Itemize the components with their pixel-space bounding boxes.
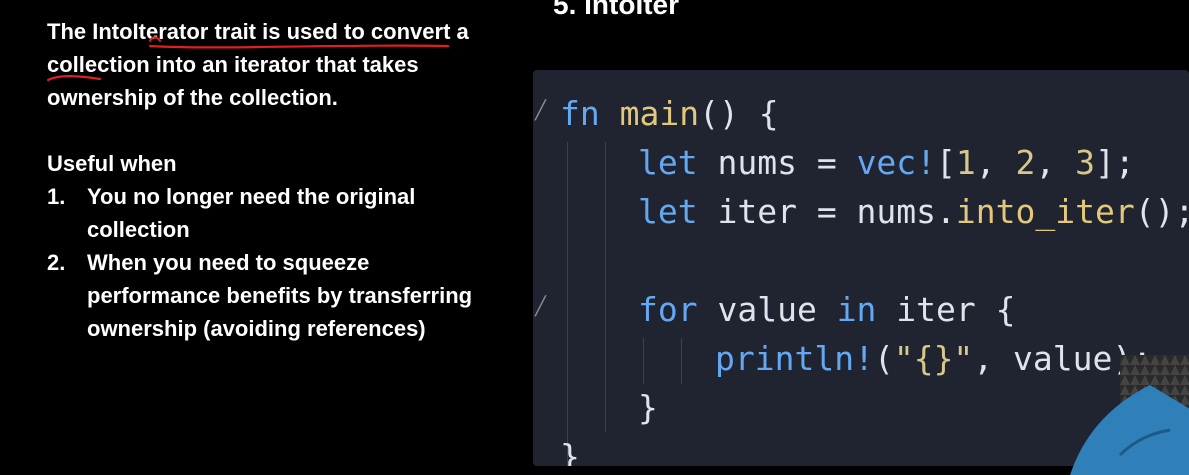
code-token: } (638, 388, 658, 427)
list-item-text: When you need to squeeze performance ben… (87, 250, 473, 341)
code-token: 1 (955, 143, 976, 182)
code-token: value (697, 290, 837, 329)
useful-when-heading: Useful when (47, 151, 177, 176)
list-item-text: You no longer need the original collecti… (87, 184, 416, 242)
code-line: let iter = nums.into_iter(); (638, 188, 1189, 236)
code-token: nums = (697, 143, 857, 182)
underline-stroke-convert (46, 75, 102, 82)
code-token: fn (560, 94, 600, 133)
underline-hook (149, 36, 161, 42)
code-token: ]; (1095, 143, 1135, 182)
code-token: () { (699, 94, 779, 133)
code-token: println! (715, 339, 874, 378)
underline-stroke-intoiterator (148, 44, 450, 49)
code-token: for (638, 290, 698, 329)
fold-chevron-icon[interactable]: ╱ (535, 296, 546, 317)
code-token: vec! (856, 143, 937, 182)
fold-chevron-icon[interactable]: ╱ (535, 100, 546, 121)
webcam-overlay (1070, 355, 1189, 475)
code-token: main (619, 94, 700, 133)
speaker-shirt (1070, 385, 1189, 475)
code-line: for value in iter { (638, 286, 1016, 334)
code-token: iter = nums. (697, 192, 956, 231)
code-token: into_iter (955, 192, 1135, 231)
code-line: } (560, 433, 580, 466)
indent-guide (567, 142, 568, 466)
list-number: 2. (47, 250, 66, 275)
code-token: 2 (1015, 143, 1036, 182)
indent-guide (681, 338, 682, 384)
list-item: 1. You no longer need the original colle… (47, 180, 477, 246)
code-line: fn main() { (560, 90, 779, 138)
code-line: let nums = vec![1, 2, 3]; (638, 139, 1135, 187)
code-token: [ (936, 143, 956, 182)
indent-guide (643, 338, 644, 384)
code-token: let (638, 143, 698, 182)
list-item: 2. When you need to squeeze performance … (47, 246, 477, 345)
use-case-list: 1. You no longer need the original colle… (47, 180, 477, 345)
slide-title: 5. IntoIter (553, 0, 680, 20)
code-token: , (975, 143, 1016, 182)
code-token: , (1035, 143, 1076, 182)
code-token: ( (873, 339, 894, 378)
code-token: "{}" (893, 339, 974, 378)
code-token: iter { (876, 290, 1016, 329)
handwritten-underline-annotation (46, 36, 450, 82)
code-token: in (836, 290, 877, 329)
code-token: (); (1134, 192, 1189, 231)
code-token: 3 (1075, 143, 1096, 182)
indent-guide (605, 142, 606, 432)
code-token: let (638, 192, 698, 231)
list-number: 1. (47, 184, 66, 209)
code-line: } (638, 384, 658, 432)
code-token: } (560, 437, 580, 466)
